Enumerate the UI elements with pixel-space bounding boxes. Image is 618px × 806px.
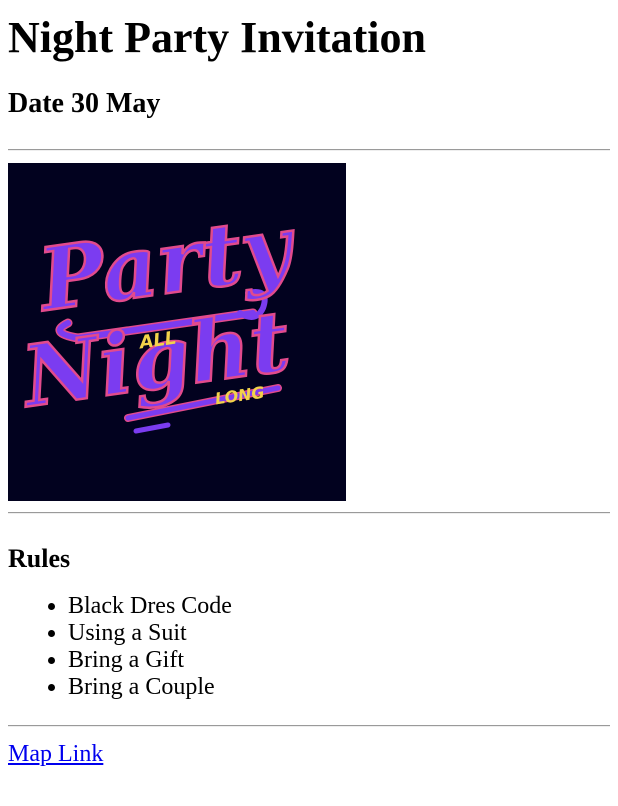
- party-poster-image: Party Night ALL LONG: [8, 163, 346, 501]
- map-link[interactable]: Map Link: [8, 740, 103, 768]
- divider: [8, 725, 610, 727]
- event-date: Date 30 May: [8, 88, 161, 119]
- divider: [8, 512, 610, 514]
- list-item: Bring a Couple: [68, 674, 610, 701]
- rules-list: Black Dres Code Using a Suit Bring a Gif…: [8, 593, 610, 701]
- list-item: Using a Suit: [68, 620, 610, 647]
- page-title: Night Party Invitation: [8, 13, 426, 62]
- page: Night Party Invitation Date 30 May Party…: [0, 0, 618, 768]
- list-item: Bring a Gift: [68, 647, 610, 674]
- divider: [8, 149, 610, 151]
- rules-heading: Rules: [8, 544, 71, 573]
- list-item: Black Dres Code: [68, 593, 610, 620]
